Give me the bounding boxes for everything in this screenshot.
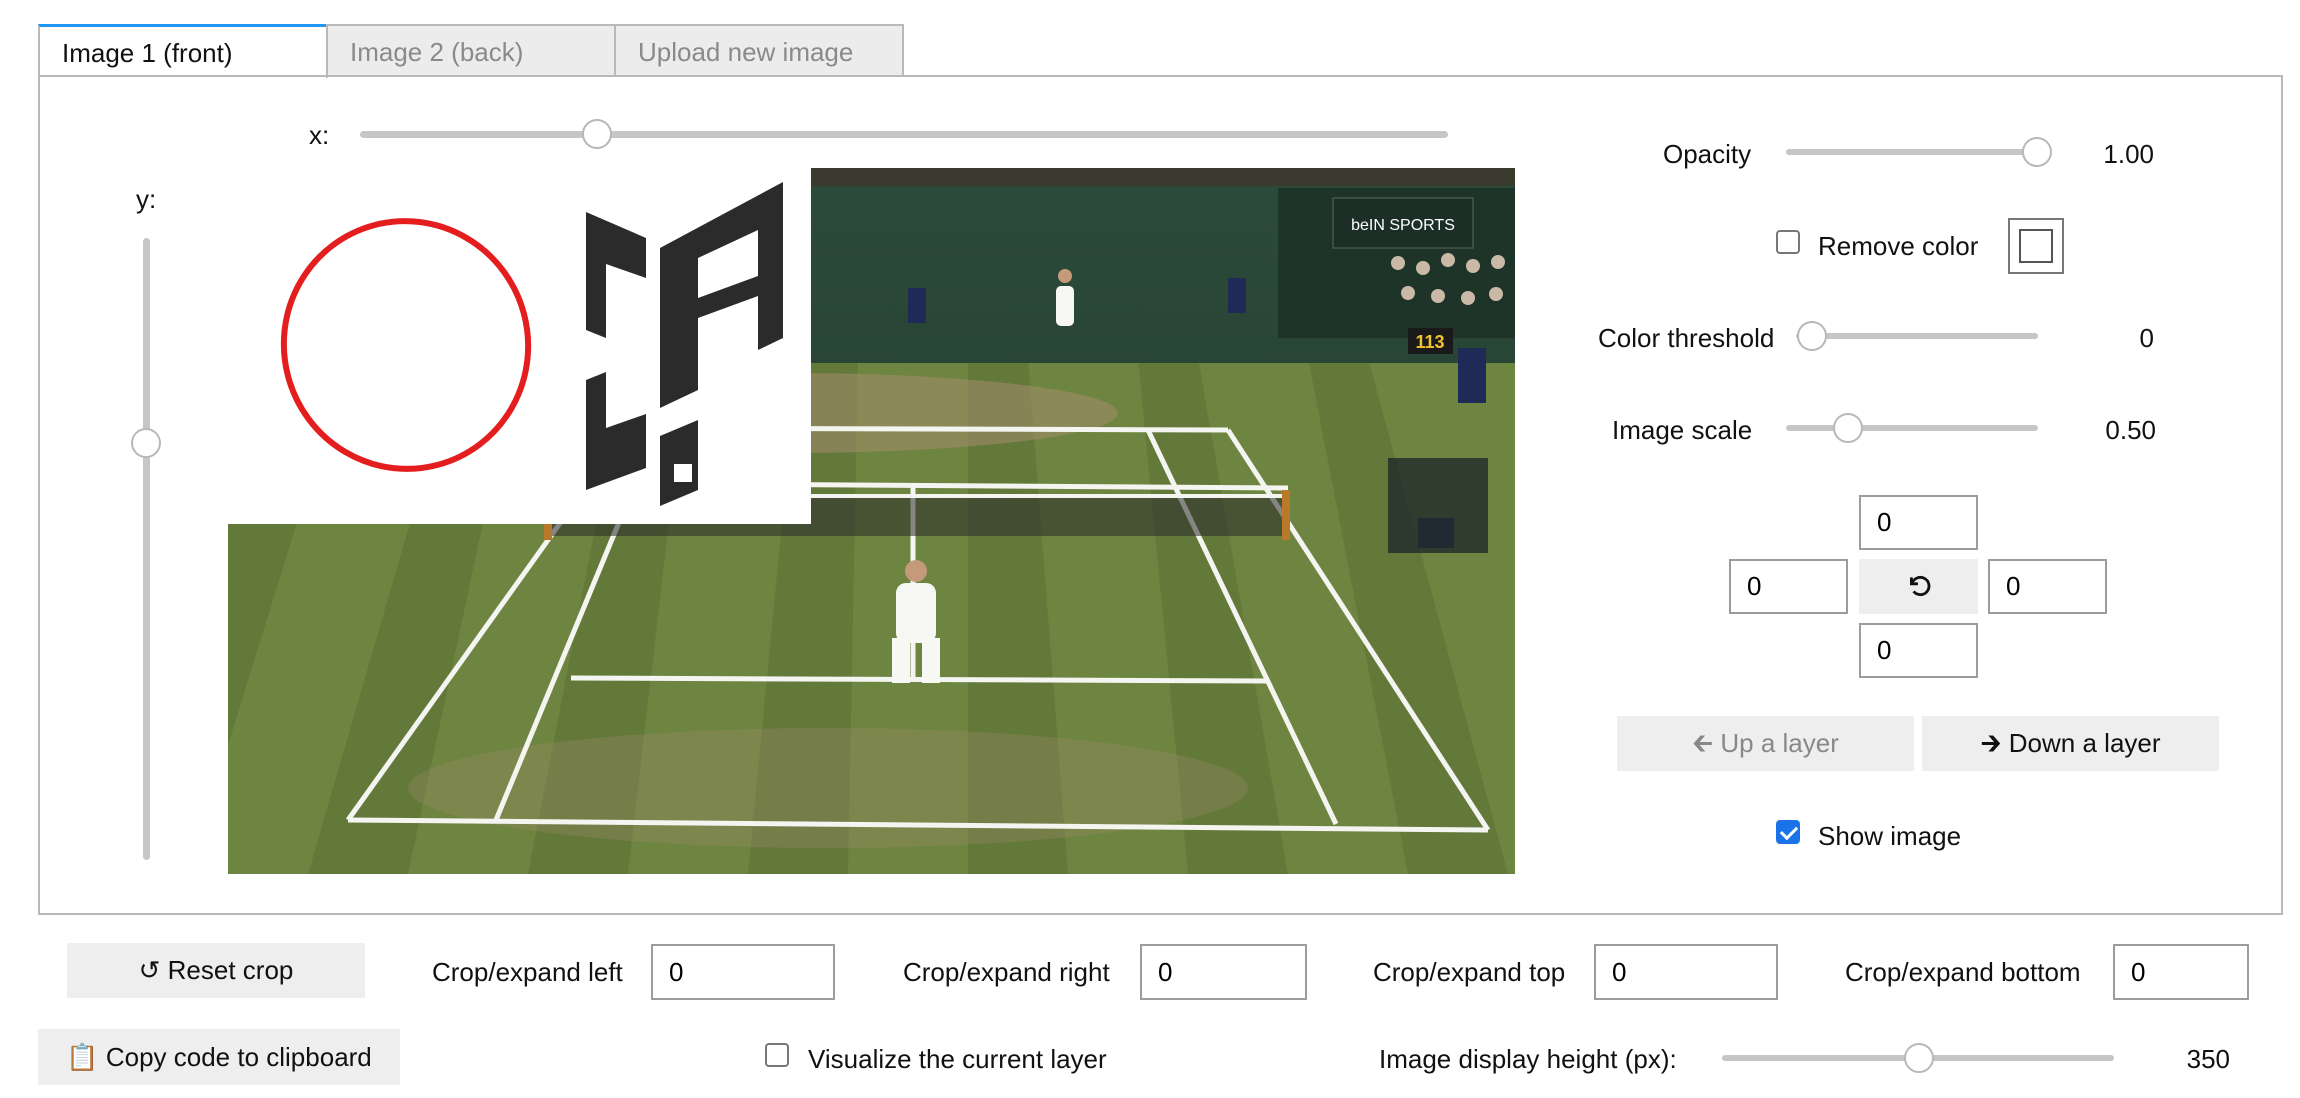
broadcast-brand: beIN SPORTS xyxy=(1351,217,1455,234)
crop-right-label: Crop/expand right xyxy=(903,957,1110,987)
opacity-slider-thumb[interactable] xyxy=(2022,137,2052,167)
rotate-ccw-icon xyxy=(1909,575,1930,597)
reset-offset-button[interactable] xyxy=(1859,559,1978,614)
display-height-value: 350 xyxy=(2186,1044,2230,1074)
show-image-label: Show image xyxy=(1818,821,1962,851)
image-scale-slider[interactable] xyxy=(1786,425,2038,431)
x-slider-thumb[interactable] xyxy=(582,119,612,149)
show-image-checkbox[interactable] xyxy=(1776,820,1800,844)
image-scale-thumb[interactable] xyxy=(1833,413,1863,443)
x-slider[interactable] xyxy=(360,131,1448,138)
opacity-label: Opacity xyxy=(1663,139,1752,169)
offset-left-input[interactable] xyxy=(1729,559,1848,614)
tab-image-1[interactable]: Image 1 (front) xyxy=(38,24,328,78)
remove-color-label: Remove color xyxy=(1818,231,1979,261)
down-layer-label: Down a layer xyxy=(2008,728,2161,758)
crop-bottom-input[interactable] xyxy=(2113,944,2249,1000)
crop-left-input[interactable] xyxy=(651,944,835,1000)
arrow-right-icon: 🡲 xyxy=(1980,728,2002,758)
remove-color-checkbox[interactable] xyxy=(1776,230,1800,254)
offset-top-input[interactable] xyxy=(1859,495,1978,550)
display-height-thumb[interactable] xyxy=(1904,1043,1934,1073)
color-threshold-slider[interactable] xyxy=(1796,333,2038,339)
crop-left-label: Crop/expand left xyxy=(432,957,623,987)
up-layer-label: Up a layer xyxy=(1720,728,1839,758)
composite-preview[interactable]: beIN SPORTS 113 xyxy=(228,168,1515,874)
clipboard-icon: 📋 xyxy=(66,1042,99,1072)
color-picker-button[interactable] xyxy=(2008,218,2064,274)
reset-crop-button[interactable]: ↺ Reset crop xyxy=(67,943,365,998)
image-scale-value: 0.50 xyxy=(2105,415,2156,445)
crop-bottom-label: Crop/expand bottom xyxy=(1845,957,2081,987)
crop-right-input[interactable] xyxy=(1140,944,1307,1000)
y-slider[interactable] xyxy=(143,238,150,860)
color-threshold-value: 0 xyxy=(2139,323,2154,353)
crop-top-input[interactable] xyxy=(1594,944,1778,1000)
arrow-left-icon: 🡰 xyxy=(1692,728,1714,758)
display-height-label: Image display height (px): xyxy=(1379,1044,1677,1074)
crop-top-label: Crop/expand top xyxy=(1373,957,1566,987)
copy-code-button[interactable]: 📋 Copy code to clipboard xyxy=(38,1029,400,1085)
y-slider-thumb[interactable] xyxy=(131,428,161,458)
image-scale-label: Image scale xyxy=(1612,415,1753,445)
y-slider-label: y: xyxy=(136,184,157,214)
opacity-slider[interactable] xyxy=(1786,149,2038,155)
score-display: 113 xyxy=(1415,332,1444,352)
visualize-layer-checkbox[interactable] xyxy=(765,1043,789,1067)
offset-right-input[interactable] xyxy=(1988,559,2107,614)
tab-image-2[interactable]: Image 2 (back) xyxy=(326,24,616,76)
offset-bottom-input[interactable] xyxy=(1859,623,1978,678)
color-threshold-thumb[interactable] xyxy=(1797,321,1827,351)
reset-crop-label: Reset crop xyxy=(167,955,294,985)
down-layer-button[interactable]: 🡲 Down a layer xyxy=(1922,716,2219,771)
tab-upload[interactable]: Upload new image xyxy=(614,24,904,76)
x-slider-label: x: xyxy=(309,120,330,150)
up-layer-button[interactable]: 🡰 Up a layer xyxy=(1617,716,1914,771)
color-threshold-label: Color threshold xyxy=(1598,323,1775,353)
rotate-ccw-icon: ↺ xyxy=(138,955,161,985)
color-swatch xyxy=(2019,229,2053,263)
opacity-value: 1.00 xyxy=(2103,139,2154,169)
visualize-layer-label: Visualize the current layer xyxy=(808,1044,1107,1074)
copy-code-label: Copy code to clipboard xyxy=(105,1042,372,1072)
